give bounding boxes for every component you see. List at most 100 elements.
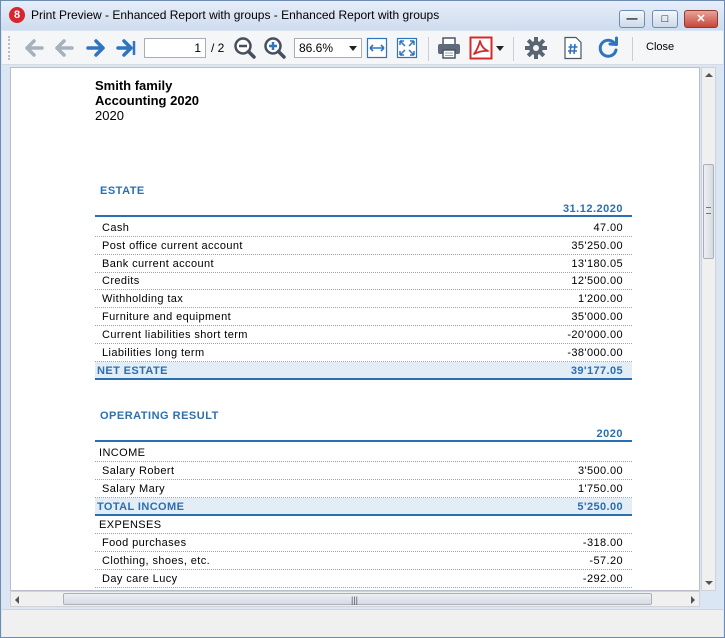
window-title: Print Preview - Enhanced Report with gro… <box>31 8 440 22</box>
report-header-line3: 2020 <box>95 108 124 123</box>
total-value: 39'177.05 <box>570 365 623 377</box>
printer-icon <box>438 37 460 59</box>
table-row: Salary Mary 1'750.00 <box>95 480 632 498</box>
zoom-in-button[interactable] <box>261 34 289 62</box>
column-header-estate: 31.12.2020 <box>95 201 632 217</box>
toolbar-separator <box>632 37 633 61</box>
row-label: Liabilities long term <box>102 347 205 359</box>
row-label: Bank current account <box>102 258 214 270</box>
table-row: Bank current account 13'180.05 <box>95 255 632 273</box>
zoom-select[interactable]: 86.6% <box>294 38 362 58</box>
back-arrow-icon <box>55 39 74 57</box>
vertical-scrollbar[interactable] <box>701 67 716 591</box>
report-header-line2: Accounting 2020 <box>95 93 200 108</box>
maximize-button[interactable]: □ <box>652 10 678 28</box>
row-label: Salary Robert <box>102 465 175 477</box>
grip-icon: ||| <box>351 595 359 605</box>
export-pdf-button[interactable] <box>467 34 495 62</box>
group-row-income: INCOME <box>95 444 632 462</box>
zoom-value: 86.6% <box>299 41 334 55</box>
toolbar: 1 / 2 86.6% Close <box>2 31 723 65</box>
chevron-down-icon <box>496 45 504 51</box>
refresh-button[interactable] <box>594 34 622 62</box>
scroll-left-icon[interactable] <box>15 596 19 604</box>
row-value: 35'000.00 <box>571 311 623 323</box>
total-value: 5'250.00 <box>577 501 623 513</box>
horizontal-scrollbar[interactable]: ||| <box>10 591 700 607</box>
fit-page-button[interactable] <box>393 34 421 62</box>
window-close-button[interactable]: ✕ <box>684 10 718 28</box>
last-page-icon <box>116 39 136 57</box>
table-row: Current liabilities short term -20'000.00 <box>95 326 632 344</box>
row-label: Current liabilities short term <box>102 329 248 341</box>
toolbar-grip[interactable] <box>8 36 11 60</box>
title-bar[interactable]: 8 Print Preview - Enhanced Report with g… <box>1 1 724 30</box>
column-header-label: 31.12.2020 <box>562 203 623 215</box>
table-row: Post office current account 35'250.00 <box>95 237 632 255</box>
row-value: 1'750.00 <box>577 483 623 495</box>
row-label: Cash <box>102 222 130 234</box>
refresh-icon <box>598 36 618 58</box>
table-row: Credits 12'500.00 <box>95 272 632 290</box>
row-label: Food purchases <box>102 537 187 549</box>
previous-page-button[interactable] <box>20 34 48 62</box>
page-total-label: / 2 <box>211 41 225 55</box>
group-label: INCOME <box>99 447 146 459</box>
group-row-expenses: EXPENSES <box>95 516 632 534</box>
fit-width-button[interactable] <box>363 34 391 62</box>
total-label: NET ESTATE <box>97 365 168 377</box>
scroll-up-icon[interactable] <box>705 73 713 77</box>
close-preview-button[interactable]: Close <box>646 41 674 53</box>
minimize-icon: — <box>626 13 638 25</box>
fit-width-icon <box>366 37 388 59</box>
chevron-down-icon <box>349 46 357 51</box>
row-value: -318.00 <box>582 537 623 549</box>
settings-button[interactable] <box>522 34 550 62</box>
column-header-label: 2020 <box>596 428 623 440</box>
scroll-down-icon[interactable] <box>705 581 713 585</box>
toolbar-separator <box>428 37 429 61</box>
row-label: Withholding tax <box>102 293 184 305</box>
page-number-input[interactable]: 1 <box>144 38 206 58</box>
next-page-button[interactable] <box>82 34 110 62</box>
table-row: Clothing, shoes, etc. -57.20 <box>95 552 632 570</box>
preview-page[interactable]: Smith family Accounting 2020 2020 ESTATE… <box>10 67 700 591</box>
table-row: Cash 47.00 <box>95 219 632 237</box>
last-page-button[interactable] <box>112 34 140 62</box>
page-number-button[interactable] <box>559 34 587 62</box>
pdf-icon <box>469 36 493 60</box>
table-row: Liabilities long term -38'000.00 <box>95 344 632 362</box>
row-value: 3'500.00 <box>577 465 623 477</box>
close-icon: ✕ <box>696 13 706 25</box>
horizontal-scroll-thumb[interactable]: ||| <box>63 593 652 605</box>
vertical-scroll-thumb[interactable] <box>703 164 714 259</box>
row-value: -292.00 <box>582 573 623 585</box>
row-value: 13'180.05 <box>571 258 623 270</box>
row-value: 47.00 <box>593 222 623 234</box>
row-label: Post office current account <box>102 240 243 252</box>
fit-page-icon <box>396 37 418 59</box>
first-page-button[interactable] <box>50 34 78 62</box>
report-header-line1: Smith family <box>95 78 173 93</box>
app-logo-icon: 8 <box>9 7 25 23</box>
zoom-out-button[interactable] <box>231 34 259 62</box>
table-row: Furniture and equipment 35'000.00 <box>95 308 632 326</box>
total-label: TOTAL INCOME <box>97 501 185 513</box>
row-value: -38'000.00 <box>567 347 623 359</box>
table-row: Withholding tax 1'200.00 <box>95 290 632 308</box>
zoom-in-icon <box>264 37 286 59</box>
print-button[interactable] <box>435 34 463 62</box>
grip-icon <box>706 207 711 214</box>
row-label: Clothing, shoes, etc. <box>102 555 211 567</box>
total-row-net-estate: NET ESTATE 39'177.05 <box>95 362 632 380</box>
minimize-button[interactable]: — <box>619 10 645 28</box>
gear-icon <box>525 37 547 59</box>
row-label: Salary Mary <box>102 483 166 495</box>
back-arrow-icon <box>25 39 44 57</box>
export-options-dropdown[interactable] <box>494 34 506 62</box>
row-value: -57.20 <box>589 555 623 567</box>
row-label: Credits <box>102 275 140 287</box>
table-row: Day care Lucy -292.00 <box>95 570 632 588</box>
scroll-right-icon[interactable] <box>691 596 695 604</box>
total-row-income: TOTAL INCOME 5'250.00 <box>95 498 632 516</box>
